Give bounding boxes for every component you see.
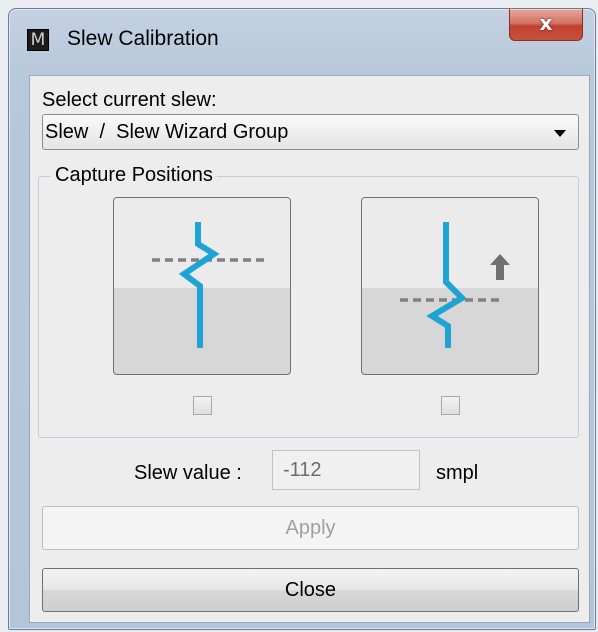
title-bar[interactable]: M Slew Calibration x (9, 9, 595, 61)
dialog-body: Select current slew: Slew / Slew Wizard … (29, 75, 590, 623)
slew-value-label: Slew value : (134, 462, 242, 484)
slew-calibration-window: M Slew Calibration x Select current slew… (8, 8, 596, 630)
close-button[interactable]: Close (42, 568, 579, 612)
capture-position-1-checkbox[interactable] (193, 396, 212, 415)
app-icon: M (27, 29, 49, 51)
capture-position-1-button[interactable] (113, 197, 291, 375)
slew-select-dropdown[interactable]: Slew / Slew Wizard Group (42, 114, 579, 150)
slew-position-2-up-icon (400, 222, 510, 348)
apply-button[interactable]: Apply (42, 506, 579, 550)
window-title: Slew Calibration (67, 27, 219, 50)
slew-select-value: Slew / Slew Wizard Group (45, 121, 289, 143)
window-close-button[interactable]: x (509, 9, 583, 41)
close-icon: x (539, 11, 553, 35)
app-icon-letter: M (30, 30, 46, 50)
capture-position-2-button[interactable] (361, 197, 539, 375)
chevron-down-icon (554, 130, 566, 137)
select-slew-label: Select current slew: (42, 89, 217, 111)
capture-positions-group: Capture Positions (38, 164, 579, 438)
slew-value-field[interactable] (272, 450, 420, 490)
slew-position-1-icon (152, 222, 266, 348)
capture-positions-legend: Capture Positions (51, 164, 217, 187)
capture-position-2-checkbox[interactable] (441, 396, 460, 415)
slew-value-unit: smpl (436, 462, 479, 484)
